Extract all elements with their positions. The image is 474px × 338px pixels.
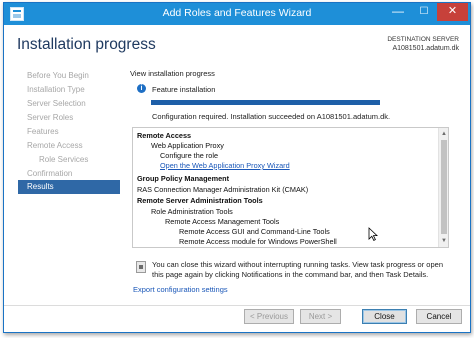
nav-item-installation-type[interactable]: Installation Type: [18, 83, 120, 97]
nav-item-features[interactable]: Features: [18, 125, 120, 139]
cancel-button[interactable]: Cancel: [416, 309, 462, 324]
installation-status: Configuration required. Installation suc…: [152, 112, 391, 121]
destination-server-name: A1081501.adatum.dk: [392, 45, 459, 52]
nav-item-server-roles[interactable]: Server Roles: [18, 111, 120, 125]
scroll-up-arrow-icon[interactable]: ▲: [439, 129, 448, 139]
footer-divider: [4, 305, 470, 306]
destination-server-label: DESTINATION SERVER: [387, 36, 459, 43]
result-ras-cmak: RAS Connection Manager Administration Ki…: [137, 185, 309, 194]
result-powershell-module: Remote Access module for Windows PowerSh…: [179, 237, 337, 246]
main-content: View installation progress i Feature ins…: [130, 63, 462, 299]
info-icon: i: [137, 84, 146, 93]
result-rsat: Remote Server Administration Tools: [137, 196, 263, 205]
nav-item-before-you-begin[interactable]: Before You Begin: [18, 69, 120, 83]
minimize-button[interactable]: —: [385, 3, 411, 21]
result-remote-access-mgmt-tools: Remote Access Management Tools: [165, 217, 280, 226]
feature-installation-label: Feature installation: [152, 85, 216, 94]
open-wap-wizard-link[interactable]: Open the Web Application Proxy Wizard: [160, 161, 290, 170]
results-list[interactable]: Remote Access Web Application Proxy Conf…: [132, 127, 449, 248]
next-button[interactable]: Next >: [300, 309, 341, 324]
previous-button[interactable]: < Previous: [244, 309, 294, 324]
scroll-thumb[interactable]: [441, 140, 447, 234]
close-window-button[interactable]: ✕: [437, 3, 468, 21]
close-wizard-note: You can close this wizard without interr…: [152, 260, 443, 279]
result-remote-access: Remote Access: [137, 131, 192, 140]
scroll-down-arrow-icon[interactable]: ▼: [439, 236, 448, 246]
results-scrollbar[interactable]: ▲ ▼: [438, 128, 448, 247]
result-gui-cli-tools: Remote Access GUI and Command-Line Tools: [179, 227, 330, 236]
maximize-button[interactable]: ☐: [411, 3, 437, 21]
nav-item-role-services[interactable]: Role Services: [18, 153, 120, 167]
result-configure-role: Configure the role: [160, 151, 219, 160]
title-bar[interactable]: Add Roles and Features Wizard — ☐ ✕: [4, 3, 470, 25]
result-group-policy-management: Group Policy Management: [137, 174, 230, 183]
nav-item-server-selection[interactable]: Server Selection: [18, 97, 120, 111]
installation-progress-bar: [151, 100, 380, 105]
page-title: Installation progress: [17, 36, 156, 53]
progress-fill: [151, 100, 380, 105]
mouse-cursor-icon: [368, 227, 378, 241]
wizard-window: Add Roles and Features Wizard — ☐ ✕ Inst…: [3, 2, 471, 333]
export-configuration-link[interactable]: Export configuration settings: [133, 285, 228, 294]
notification-flag-icon: [136, 261, 146, 273]
result-role-admin-tools: Role Administration Tools: [151, 207, 233, 216]
close-button[interactable]: Close: [362, 309, 407, 324]
nav-item-remote-access[interactable]: Remote Access: [18, 139, 120, 153]
result-web-application-proxy: Web Application Proxy: [151, 141, 224, 150]
nav-item-results[interactable]: Results: [18, 180, 120, 194]
view-progress-label: View installation progress: [130, 69, 215, 78]
nav-item-confirmation[interactable]: Confirmation: [18, 167, 120, 181]
